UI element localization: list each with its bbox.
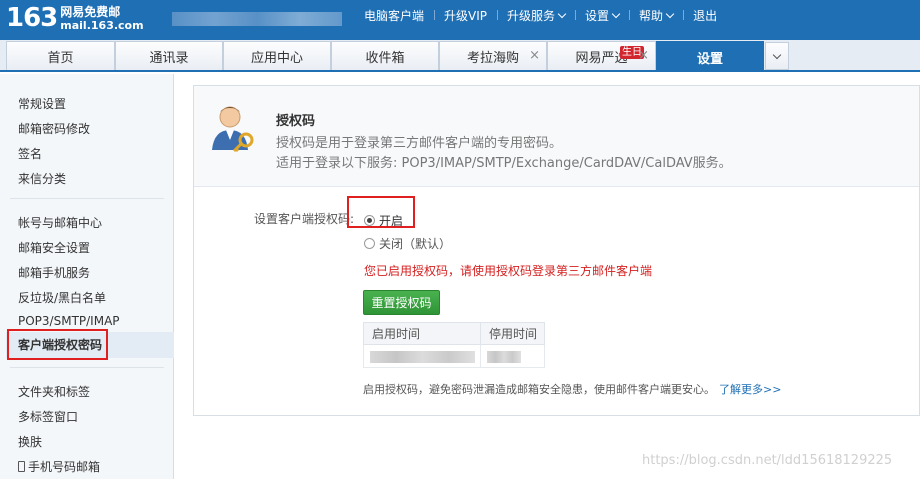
tab-bar: 首页 通讯录 应用中心 收件箱 考拉海购 × 网易严选 生日 × 设置 xyxy=(0,40,920,72)
tab-contacts[interactable]: 通讯录 xyxy=(115,41,223,70)
auth-description: 授权码是用于登录第三方邮件客户端的专用密码。 xyxy=(276,136,563,151)
chevron-down-icon xyxy=(557,9,567,18)
top-nav: 电脑客户端 升级VIP 升级服务 设置 帮助 退出 xyxy=(354,0,727,30)
auth-title: 授权码 xyxy=(276,114,316,129)
sidebar-item-security[interactable]: 邮箱安全设置 xyxy=(18,239,90,256)
tab-inbox[interactable]: 收件箱 xyxy=(331,41,439,70)
auth-services: 适用于登录以下服务: POP3/IMAP/SMTP/Exchange/CardD… xyxy=(276,156,732,171)
close-icon[interactable]: × xyxy=(638,49,649,62)
chevron-down-icon xyxy=(772,50,782,59)
logo[interactable]: 163 网易免费邮 mail.163.com xyxy=(6,3,144,33)
highlight-box xyxy=(7,329,108,360)
auth-intro: 授权码 授权码是用于登录第三方邮件客户端的专用密码。 适用于登录以下服务: PO… xyxy=(194,86,919,187)
radio-disable[interactable]: 关闭 （默认） xyxy=(364,235,451,252)
sidebar-item-password[interactable]: 邮箱密码修改 xyxy=(18,120,90,137)
logo-number: 163 xyxy=(6,3,58,33)
tab-yanxuan[interactable]: 网易严选 生日 × xyxy=(547,41,656,70)
radio-enable[interactable]: 开启 xyxy=(364,212,403,229)
nav-desktop-client[interactable]: 电脑客户端 xyxy=(354,7,434,24)
sidebar-item-pop3[interactable]: POP3/SMTP/IMAP xyxy=(18,314,120,328)
tab-settings[interactable]: 设置 xyxy=(656,41,764,72)
auth-tip: 启用授权码，避免密码泄漏造成邮箱安全隐患，使用邮件客户端更安心。 了解更多>> xyxy=(363,383,782,396)
sidebar-item-multitab[interactable]: 多标签窗口 xyxy=(18,408,78,425)
tab-app-center[interactable]: 应用中心 xyxy=(223,41,331,70)
phone-icon xyxy=(18,461,25,472)
radio-unselected-icon[interactable] xyxy=(364,238,375,249)
tab-kaola[interactable]: 考拉海购 × xyxy=(439,41,547,70)
sidebar-item-signature[interactable]: 签名 xyxy=(18,145,42,162)
nav-settings[interactable]: 设置 xyxy=(575,7,629,24)
user-account-blurred xyxy=(172,12,342,26)
nav-upgrade-vip[interactable]: 升级VIP xyxy=(434,7,497,24)
sidebar-item-mobile-service[interactable]: 邮箱手机服务 xyxy=(18,264,90,281)
status-notice: 您已启用授权码，请使用授权码登录第三方邮件客户端 xyxy=(364,264,653,278)
nav-logout[interactable]: 退出 xyxy=(683,7,727,24)
settings-sidebar: 常规设置 邮箱密码修改 签名 来信分类 帐号与邮箱中心 邮箱安全设置 邮箱手机服… xyxy=(0,74,174,479)
top-header: 163 网易免费邮 mail.163.com 电脑客户端 升级VIP 升级服务 … xyxy=(0,0,920,40)
user-key-icon xyxy=(212,106,254,153)
close-icon[interactable]: × xyxy=(529,49,540,62)
start-time-blurred xyxy=(363,344,481,368)
watermark: https://blog.csdn.net/ldd15618129225 xyxy=(642,453,893,468)
sidebar-item-folders[interactable]: 文件夹和标签 xyxy=(18,383,90,400)
table-row xyxy=(363,344,545,368)
column-header: 停用时间 xyxy=(480,322,545,345)
radio-selected-icon[interactable] xyxy=(364,215,375,226)
reset-auth-code-button[interactable]: 重置授权码 xyxy=(363,290,440,315)
column-header: 启用时间 xyxy=(363,322,481,345)
sidebar-item-antispam[interactable]: 反垃圾/黑白名单 xyxy=(18,289,106,306)
sidebar-item-general[interactable]: 常规设置 xyxy=(18,95,66,112)
tab-home[interactable]: 首页 xyxy=(6,41,115,70)
sidebar-divider xyxy=(10,367,164,368)
end-time-blurred xyxy=(480,344,545,368)
auth-code-panel: 授权码 授权码是用于登录第三方邮件客户端的专用密码。 适用于登录以下服务: PO… xyxy=(193,85,920,416)
sidebar-item-mail-filter[interactable]: 来信分类 xyxy=(18,170,66,187)
chevron-down-icon xyxy=(665,9,675,18)
auth-history-table: 启用时间 停用时间 xyxy=(363,322,545,368)
sidebar-divider xyxy=(10,198,164,199)
sidebar-item-skin[interactable]: 换肤 xyxy=(18,433,42,450)
learn-more-link[interactable]: 了解更多>> xyxy=(719,383,781,396)
logo-url: mail.163.com xyxy=(60,19,144,32)
chevron-down-icon xyxy=(611,9,621,18)
logo-name: 网易免费邮 xyxy=(60,5,121,19)
nav-help[interactable]: 帮助 xyxy=(629,7,683,24)
tab-overflow-button[interactable] xyxy=(765,42,789,70)
auth-setting-label: 设置客户端授权码: xyxy=(254,212,355,226)
nav-upgrade-service[interactable]: 升级服务 xyxy=(497,7,575,24)
sidebar-item-account-center[interactable]: 帐号与邮箱中心 xyxy=(18,214,102,231)
sidebar-item-client-auth[interactable]: 客户端授权密码 xyxy=(6,329,174,360)
sidebar-item-phone-mail[interactable]: 手机号码邮箱 xyxy=(18,458,100,475)
